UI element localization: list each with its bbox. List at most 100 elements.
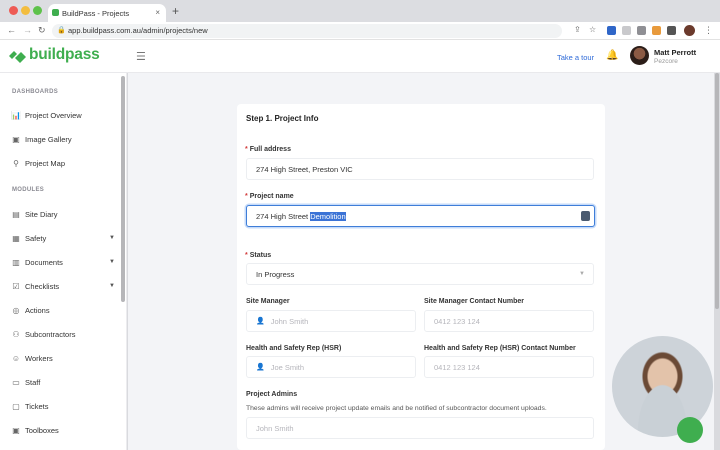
full-address-value: 274 High Street, Preston VIC	[256, 164, 353, 174]
required-marker: *	[245, 252, 248, 259]
sidebar-item-label: Toolboxes	[25, 425, 59, 435]
checklist-icon: ☑	[12, 281, 20, 291]
user-organization: Pezcore	[654, 58, 678, 65]
sidebar-section-modules: MODULES	[12, 187, 45, 193]
window-minimize-icon[interactable]	[21, 6, 30, 15]
browser-menu-icon[interactable]: ⋮	[704, 25, 713, 36]
logo-text[interactable]: buildpass	[29, 46, 100, 64]
project-admins-helper: These admins will receive project update…	[246, 405, 547, 412]
sidebar-item-subcontractors[interactable]: ⚇ Subcontractors	[11, 327, 115, 341]
project-name-selected-text: Demolition	[310, 211, 346, 221]
sidebar-item-label: Staff	[25, 377, 41, 387]
extension-icon[interactable]	[652, 26, 661, 35]
required-marker: *	[245, 146, 248, 153]
lock-icon: 🔒	[57, 27, 66, 34]
back-icon[interactable]: ←	[7, 25, 16, 35]
project-admins-label: Project Admins	[246, 391, 298, 398]
site-manager-label: Site Manager	[246, 298, 290, 305]
hsr-contact-placeholder: 0412 123 124	[434, 362, 480, 372]
project-admins-input[interactable]: John Smith	[246, 417, 594, 439]
reload-icon[interactable]: ↻	[38, 25, 46, 36]
window-zoom-icon[interactable]	[33, 6, 42, 15]
site-manager-placeholder: John Smith	[270, 316, 309, 326]
hsr-contact-input[interactable]: 0412 123 124	[424, 356, 594, 378]
forward-icon[interactable]: →	[23, 25, 32, 35]
sidebar-item-documents[interactable]: ▥ Documents ▼	[11, 255, 115, 269]
sidebar-item-label: Site Diary	[25, 209, 58, 219]
profile-avatar-icon[interactable]	[684, 25, 695, 36]
sidebar-item-project-overview[interactable]: 📊 Project Overview	[11, 108, 115, 122]
sidebar-section-dashboards: DASHBOARDS	[12, 89, 59, 95]
extension-icon[interactable]	[607, 26, 616, 35]
window-close-icon[interactable]	[9, 6, 18, 15]
sidebar-item-project-map[interactable]: ⚲ Project Map	[11, 156, 115, 170]
hsr-label: Health and Safety Rep (HSR)	[246, 345, 342, 352]
extension-icon[interactable]	[622, 26, 631, 35]
safety-icon: ▦	[12, 233, 20, 243]
toolbox-icon: ▣	[12, 425, 20, 435]
status-value: In Progress	[256, 269, 295, 279]
hsr-placeholder: Joe Smith	[270, 362, 305, 372]
site-manager-contact-input[interactable]: 0412 123 124	[424, 310, 594, 332]
chat-bubble-icon[interactable]	[677, 417, 703, 443]
chevron-down-icon[interactable]: ▼	[109, 235, 115, 241]
site-manager-input[interactable]: 👤 John Smith	[246, 310, 416, 332]
full-address-label: * Full address	[245, 146, 291, 153]
chevron-down-icon[interactable]: ▼	[109, 259, 115, 265]
menu-toggle-icon[interactable]: ☰	[136, 50, 146, 63]
take-tour-link[interactable]: Take a tour	[557, 53, 594, 62]
page-scrollbar[interactable]	[715, 73, 719, 309]
tab-close-icon[interactable]: ×	[155, 8, 160, 17]
sidebar-item-workers[interactable]: ☺ Workers	[11, 351, 115, 365]
sidebar-item-toolboxes[interactable]: ▣ Toolboxes	[11, 423, 115, 437]
user-avatar[interactable]	[630, 46, 649, 65]
sidebar-item-tickets[interactable]: ▢ Tickets	[11, 399, 115, 413]
bookmark-star-icon[interactable]: ☆	[589, 25, 596, 34]
sidebar-item-staff[interactable]: ▭ Staff	[11, 375, 115, 389]
sidebar-item-label: Actions	[25, 305, 50, 315]
app-header: buildpass ☰ Take a tour 🔔	[0, 40, 720, 73]
address-bar[interactable]: 🔒 app.buildpass.com.au/admin/projects/ne…	[52, 24, 562, 38]
project-name-input[interactable]: 274 High Street Demolition	[246, 205, 595, 227]
sidebar-item-site-diary[interactable]: ▤ Site Diary	[11, 207, 115, 221]
site-manager-contact-placeholder: 0412 123 124	[434, 316, 480, 326]
browser-tab-bar: BuildPass - Projects × +	[0, 0, 720, 22]
share-icon[interactable]: ⇪	[574, 25, 581, 34]
hsr-input[interactable]: 👤 Joe Smith	[246, 356, 416, 378]
chart-icon: 📊	[11, 110, 21, 120]
project-name-label: * Project name	[245, 193, 294, 200]
extension-icon[interactable]	[637, 26, 646, 35]
sidebar-item-actions[interactable]: ◎ Actions	[11, 303, 115, 317]
sidebar-item-label: Checklists	[25, 281, 60, 291]
diary-icon: ▤	[12, 209, 20, 219]
sidebar-item-image-gallery[interactable]: ▣ Image Gallery	[11, 132, 115, 146]
sidebar-item-label: Image Gallery	[25, 134, 72, 144]
password-manager-icon[interactable]	[581, 211, 590, 221]
bell-icon[interactable]: 🔔	[606, 50, 618, 61]
chevron-down-icon: ▼	[579, 271, 585, 277]
extensions-puzzle-icon[interactable]	[667, 26, 676, 35]
full-address-input[interactable]: 274 High Street, Preston VIC	[246, 158, 594, 180]
staff-icon: ▭	[12, 377, 20, 387]
sidebar-item-label: Project Overview	[25, 110, 82, 120]
sidebar-scrollbar[interactable]	[121, 76, 125, 302]
browser-tab[interactable]: BuildPass - Projects ×	[48, 4, 166, 22]
status-select[interactable]: In Progress ▼	[246, 263, 594, 285]
chevron-down-icon[interactable]: ▼	[109, 283, 115, 289]
sidebar-item-safety[interactable]: ▦ Safety ▼	[11, 231, 115, 245]
sidebar-item-checklists[interactable]: ☑ Checklists ▼	[11, 279, 115, 293]
worker-icon: ☺	[11, 353, 21, 363]
new-tab-button[interactable]: +	[172, 4, 179, 18]
site-manager-contact-label: Site Manager Contact Number	[424, 298, 524, 305]
user-name[interactable]: Matt Perrott	[654, 48, 696, 57]
project-name-value: 274 High Street	[256, 211, 311, 221]
buildpass-logo-icon	[9, 51, 26, 63]
full-address-label-text: Full address	[249, 146, 291, 153]
sidebar-item-label: Subcontractors	[25, 329, 76, 339]
sidebar-item-label: Safety	[25, 233, 47, 243]
status-label: * Status	[245, 252, 271, 259]
ticket-icon: ▢	[12, 401, 20, 411]
step-title: Step 1. Project Info	[246, 114, 319, 123]
person-icon: 👤	[256, 364, 265, 371]
tab-title: BuildPass - Projects	[62, 8, 130, 18]
